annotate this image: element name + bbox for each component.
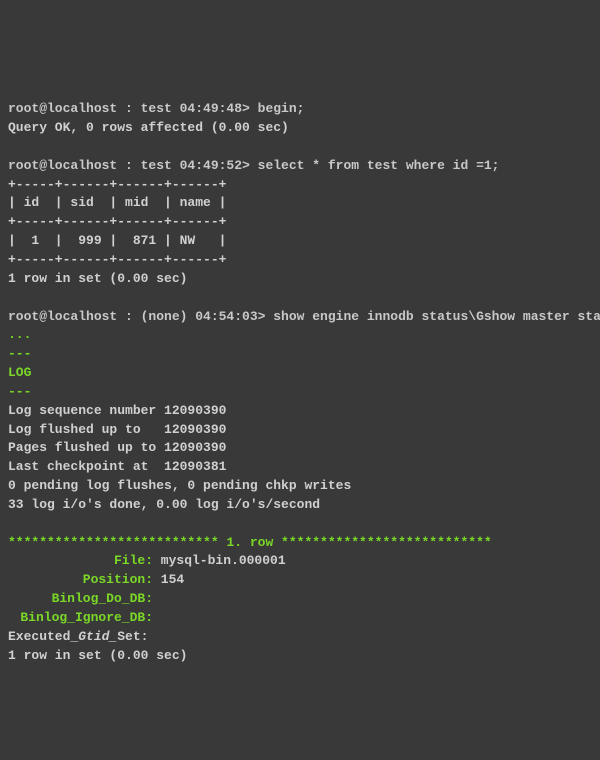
row-separator: *************************** 1. row *****… bbox=[8, 535, 492, 550]
dots: ... bbox=[8, 327, 31, 342]
prompt-3: root@localhost : (none) 04:54:03> bbox=[8, 309, 273, 324]
prompt-2: root@localhost : test 04:49:52> bbox=[8, 158, 258, 173]
query-ok: Query OK, 0 rows affected (0.00 sec) bbox=[8, 120, 289, 135]
cmd-show-status: show engine innodb status\Gshow master s… bbox=[273, 309, 600, 324]
position-value: 154 bbox=[153, 572, 184, 587]
position-label: Position: bbox=[8, 571, 153, 590]
dash-1: --- bbox=[8, 346, 31, 361]
terminal-output: root@localhost : test 04:49:48> begin; Q… bbox=[8, 81, 592, 665]
table-header: | id | sid | mid | name | bbox=[8, 195, 226, 210]
file-value: mysql-bin.000001 bbox=[153, 553, 286, 568]
table-row: | 1 | 999 | 871 | NW | bbox=[8, 233, 226, 248]
executed-gtid: Gtid_ bbox=[78, 629, 117, 644]
table-border-mid: +-----+------+------+------+ bbox=[8, 214, 226, 229]
log-seq: Log sequence number 12090390 bbox=[8, 403, 226, 418]
log-section-header: LOG bbox=[8, 365, 31, 380]
pending-flushes: 0 pending log flushes, 0 pending chkp wr… bbox=[8, 478, 351, 493]
binlog-dodb-label: Binlog_Do_DB: bbox=[8, 590, 153, 609]
rows-count-1: 1 row in set (0.00 sec) bbox=[8, 271, 187, 286]
dash-2: --- bbox=[8, 384, 31, 399]
log-flushed: Log flushed up to 12090390 bbox=[8, 422, 226, 437]
table-border-top: +-----+------+------+------+ bbox=[8, 177, 226, 192]
rows-count-2: 1 row in set (0.00 sec) bbox=[8, 648, 187, 663]
prompt-1: root@localhost : test 04:49:48> bbox=[8, 101, 258, 116]
executed-part1: Executed_ bbox=[8, 629, 78, 644]
file-label: File: bbox=[8, 552, 153, 571]
executed-part3: Set: bbox=[117, 629, 148, 644]
table-border-bot: +-----+------+------+------+ bbox=[8, 252, 226, 267]
log-io: 33 log i/o's done, 0.00 log i/o's/second bbox=[8, 497, 320, 512]
binlog-igndb-label: Binlog_Ignore_DB: bbox=[8, 609, 153, 628]
cmd-begin: begin; bbox=[258, 101, 305, 116]
pages-flushed: Pages flushed up to 12090390 bbox=[8, 440, 226, 455]
cmd-select: select * from test where id =1; bbox=[258, 158, 500, 173]
last-checkpoint: Last checkpoint at 12090381 bbox=[8, 459, 226, 474]
